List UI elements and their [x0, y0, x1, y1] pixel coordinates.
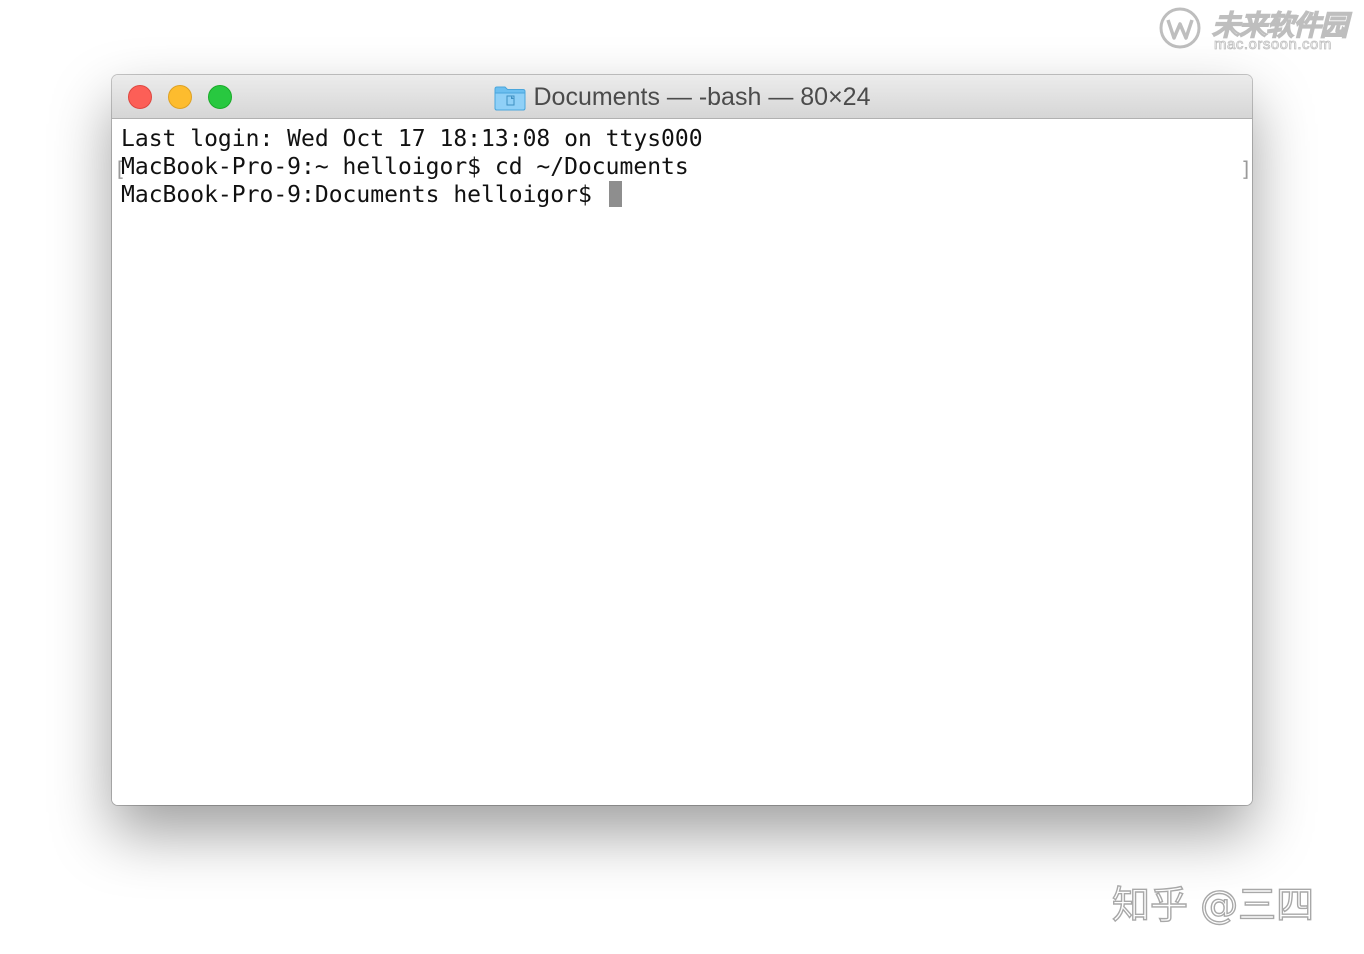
window-title-group: Documents — -bash — 80×24 — [112, 75, 1252, 119]
watermark-orsoon: 未来软件园 mac.orsoon.com — [1156, 4, 1360, 54]
title-bar[interactable]: Documents — -bash — 80×24 — [112, 75, 1252, 119]
orsoon-logo-icon — [1159, 7, 1201, 49]
terminal-line-last-login: Last login: Wed Oct 17 18:13:08 on ttys0… — [121, 126, 703, 152]
watermark-site-url: mac.orsoon.com — [1214, 36, 1332, 54]
terminal-window[interactable]: Documents — -bash — 80×24 Last login: We… — [112, 75, 1252, 805]
terminal-content[interactable]: Last login: Wed Oct 17 18:13:08 on ttys0… — [112, 119, 1252, 805]
watermark-credit: 知乎 @三四 — [1111, 882, 1315, 927]
terminal-line-prompt[interactable]: MacBook-Pro-9:Documents helloigor$ — [121, 181, 622, 209]
terminal-line-cd-command: MacBook-Pro-9:~ helloigor$ cd ~/Document… — [121, 154, 689, 180]
mark-bracket-right: ] — [1240, 157, 1252, 181]
text-cursor — [608, 181, 622, 207]
terminal-prompt-text: MacBook-Pro-9:Documents helloigor$ — [121, 182, 606, 208]
folder-icon — [494, 86, 525, 111]
window-title: Documents — -bash — 80×24 — [533, 82, 871, 111]
